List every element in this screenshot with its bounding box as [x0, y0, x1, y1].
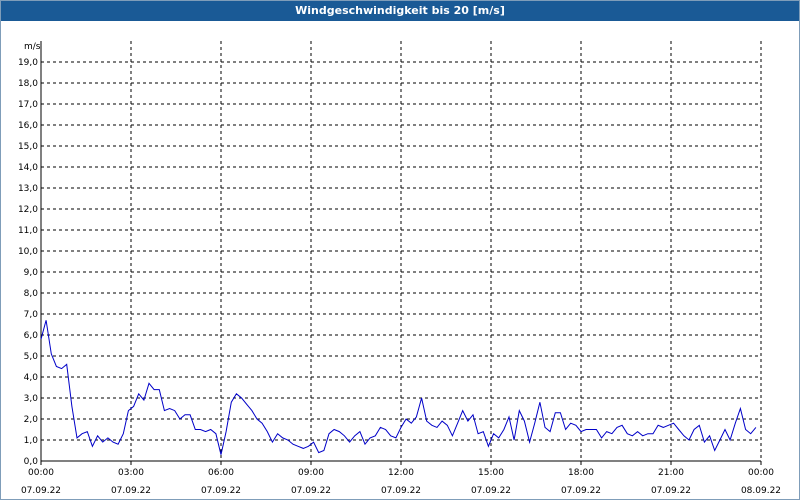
x-tick-date: 07.09.22: [651, 486, 691, 496]
grid-lines: [41, 41, 762, 461]
y-tick-label: 1,0: [24, 436, 39, 446]
x-tick-date: 07.09.22: [471, 486, 511, 496]
wind-speed-chart: 0,0 1,0 2,0 3,0 4,0 5,0 6,0 7,0 8,0 9,0 10,0 11,0 12…: [18, 41, 781, 496]
y-tick-label: 11,0: [18, 226, 38, 236]
x-tick-time: 12:00: [388, 468, 414, 478]
y-tick-label: 2,0: [24, 415, 39, 425]
x-tick-labels: 00:00 07.09.22 03:00 07.09.22 06:00 07.09.22 0…: [21, 468, 781, 496]
x-tick-time: 21:00: [658, 468, 684, 478]
x-tick-time: 00:00: [748, 468, 774, 478]
x-tick-time: 00:00: [28, 468, 54, 478]
y-axis-unit: m/s: [24, 42, 41, 52]
y-tick-label: 6,0: [24, 331, 39, 341]
y-tick-label: 3,0: [24, 394, 39, 404]
x-tick-date: 07.09.22: [381, 486, 421, 496]
y-tick-label: 4,0: [24, 373, 39, 383]
x-tick-time: 06:00: [208, 468, 234, 478]
x-tick-date: 07.09.22: [21, 486, 61, 496]
x-tick-date: 08.09.22: [741, 486, 781, 496]
y-tick-label: 9,0: [24, 268, 39, 278]
x-tick-time: 03:00: [118, 468, 144, 478]
x-tick-date: 07.09.22: [201, 486, 241, 496]
y-tick-label: 17,0: [18, 100, 38, 110]
x-tick-date: 07.09.22: [291, 486, 331, 496]
y-tick-labels: 0,0 1,0 2,0 3,0 4,0 5,0 6,0 7,0 8,0 9,0 10,0 11,0 12…: [18, 58, 38, 467]
x-tick-time: 15:00: [478, 468, 504, 478]
y-tick-label: 15,0: [18, 142, 38, 152]
y-tick-label: 7,0: [24, 310, 39, 320]
y-tick-label: 12,0: [18, 205, 38, 215]
y-tick-label: 10,0: [18, 247, 38, 257]
y-tick-label: 19,0: [18, 58, 38, 68]
y-tick-label: 14,0: [18, 163, 38, 173]
y-tick-label: 8,0: [24, 289, 39, 299]
x-tick-date: 07.09.22: [111, 486, 151, 496]
y-tick-label: 18,0: [18, 79, 38, 89]
x-tick-time: 09:00: [298, 468, 324, 478]
wind-speed-line: [40, 320, 757, 455]
x-tick-date: 07.09.22: [561, 486, 601, 496]
y-tick-label: 5,0: [24, 352, 39, 362]
chart-window: Windgeschwindigkeit bis 20 [m/s] 0,0 1,0 2…: [0, 0, 800, 500]
x-tick-time: 18:00: [568, 468, 594, 478]
y-tick-label: 0,0: [24, 457, 39, 467]
y-tick-label: 16,0: [18, 121, 38, 131]
y-tick-label: 13,0: [18, 184, 38, 194]
